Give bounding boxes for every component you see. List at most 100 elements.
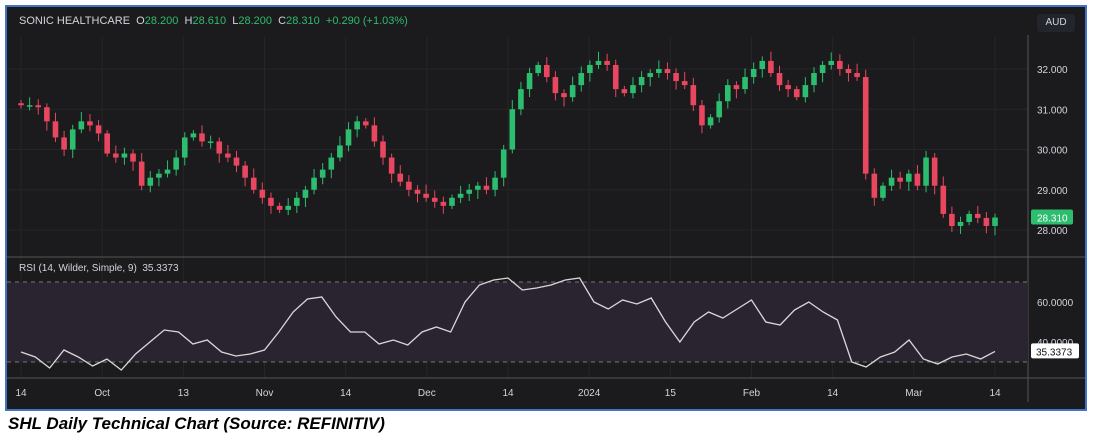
- candle: [535, 64, 541, 74]
- candle: [397, 173, 404, 182]
- time-tick-label: Feb: [743, 388, 761, 399]
- candle: [440, 201, 447, 206]
- candle: [707, 117, 714, 126]
- time-tick-label: 15: [665, 388, 677, 399]
- candle: [475, 185, 481, 190]
- time-tick-label: 14: [989, 388, 1001, 399]
- close-value: 28.310: [286, 15, 320, 27]
- candle: [724, 85, 731, 102]
- candle: [449, 197, 455, 206]
- candle: [612, 64, 619, 90]
- candle: [690, 85, 697, 106]
- candle: [604, 60, 610, 65]
- candle: [164, 169, 171, 174]
- candle: [966, 213, 972, 222]
- candle: [113, 153, 119, 158]
- candle: [250, 177, 257, 190]
- candle: [931, 157, 938, 186]
- candle: [121, 153, 128, 158]
- time-tick-label: 14: [15, 388, 27, 399]
- symbol-name: SONIC HEALTHCARE: [19, 15, 131, 27]
- rsi-band: [7, 282, 1028, 362]
- last-price-label: 28.310: [1037, 214, 1068, 225]
- candle: [138, 161, 145, 186]
- candle: [681, 81, 688, 86]
- candle: [173, 157, 179, 170]
- candle: [888, 177, 895, 186]
- price-tick-label: 32.000: [1037, 65, 1068, 76]
- symbol-header: SONIC HEALTHCARE O28.200 H28.610 L28.200…: [19, 15, 408, 27]
- candle: [337, 145, 343, 158]
- price-chart[interactable]: 32.00031.00030.00029.00028.00028.31060.0…: [7, 7, 1085, 409]
- candle: [190, 133, 197, 138]
- candle: [957, 221, 964, 226]
- candle: [354, 121, 360, 130]
- candle: [906, 173, 912, 182]
- candle: [526, 73, 533, 90]
- candle: [638, 77, 645, 86]
- candle: [569, 85, 576, 98]
- candle: [492, 177, 498, 190]
- chart-caption: SHL Daily Technical Chart (Source: REFIN…: [8, 414, 385, 433]
- price-tick-label: 30.000: [1037, 146, 1068, 157]
- time-tick-label: 14: [502, 388, 514, 399]
- time-tick-label: 2024: [578, 388, 601, 399]
- candle: [130, 153, 136, 162]
- candle: [61, 137, 67, 150]
- candle: [26, 105, 33, 107]
- candle: [578, 73, 585, 86]
- candle: [819, 64, 826, 74]
- candle: [457, 193, 464, 198]
- price-tick-label: 28.000: [1037, 226, 1068, 237]
- candle: [897, 177, 903, 182]
- candle: [587, 64, 593, 74]
- candle: [647, 73, 654, 78]
- candle: [862, 77, 869, 174]
- rsi-current: 35.3373: [142, 263, 179, 274]
- time-tick-label: Dec: [418, 388, 436, 399]
- candle: [785, 85, 791, 90]
- candle: [983, 217, 990, 226]
- chart-frame: 32.000 31.000 30.000 29.000 28.000 28.310 60.0…: [5, 5, 1087, 411]
- candle: [294, 197, 300, 206]
- price-tick-label: 29.000: [1037, 186, 1068, 197]
- candle: [793, 89, 800, 98]
- candle: [759, 60, 766, 69]
- candle: [147, 177, 154, 186]
- candle: [285, 205, 292, 210]
- candle: [156, 173, 162, 178]
- candle: [431, 197, 438, 202]
- candle: [78, 121, 85, 130]
- candle: [483, 185, 490, 190]
- candle: [768, 60, 774, 74]
- candle: [233, 157, 240, 166]
- candle: [871, 173, 878, 198]
- rsi-tick-label: 60.0000: [1037, 298, 1074, 309]
- rsi-current-value: 35.3373: [1036, 347, 1073, 358]
- candle: [225, 153, 231, 158]
- time-tick-label: 14: [340, 388, 352, 399]
- candle: [302, 189, 309, 198]
- candle: [328, 157, 335, 170]
- candle: [181, 137, 188, 158]
- candle: [414, 189, 421, 194]
- candle: [845, 69, 852, 74]
- low-value: 28.200: [238, 15, 273, 27]
- candle: [552, 77, 559, 94]
- candle: [242, 165, 248, 178]
- candle: [630, 85, 636, 94]
- candle: [854, 73, 860, 78]
- candle: [664, 69, 671, 74]
- candle: [345, 129, 352, 146]
- candle: [742, 77, 748, 90]
- candle: [802, 85, 809, 98]
- rsi-label: RSI (14, Wilder, Simple, 9) 35.3373: [19, 263, 179, 274]
- time-tick-label: 14: [827, 388, 839, 399]
- candle: [974, 213, 981, 218]
- candle: [466, 189, 473, 194]
- candle: [837, 60, 843, 69]
- candle: [423, 193, 429, 198]
- currency-button[interactable]: AUD: [1037, 14, 1075, 32]
- candle: [87, 121, 93, 126]
- candle: [992, 217, 998, 226]
